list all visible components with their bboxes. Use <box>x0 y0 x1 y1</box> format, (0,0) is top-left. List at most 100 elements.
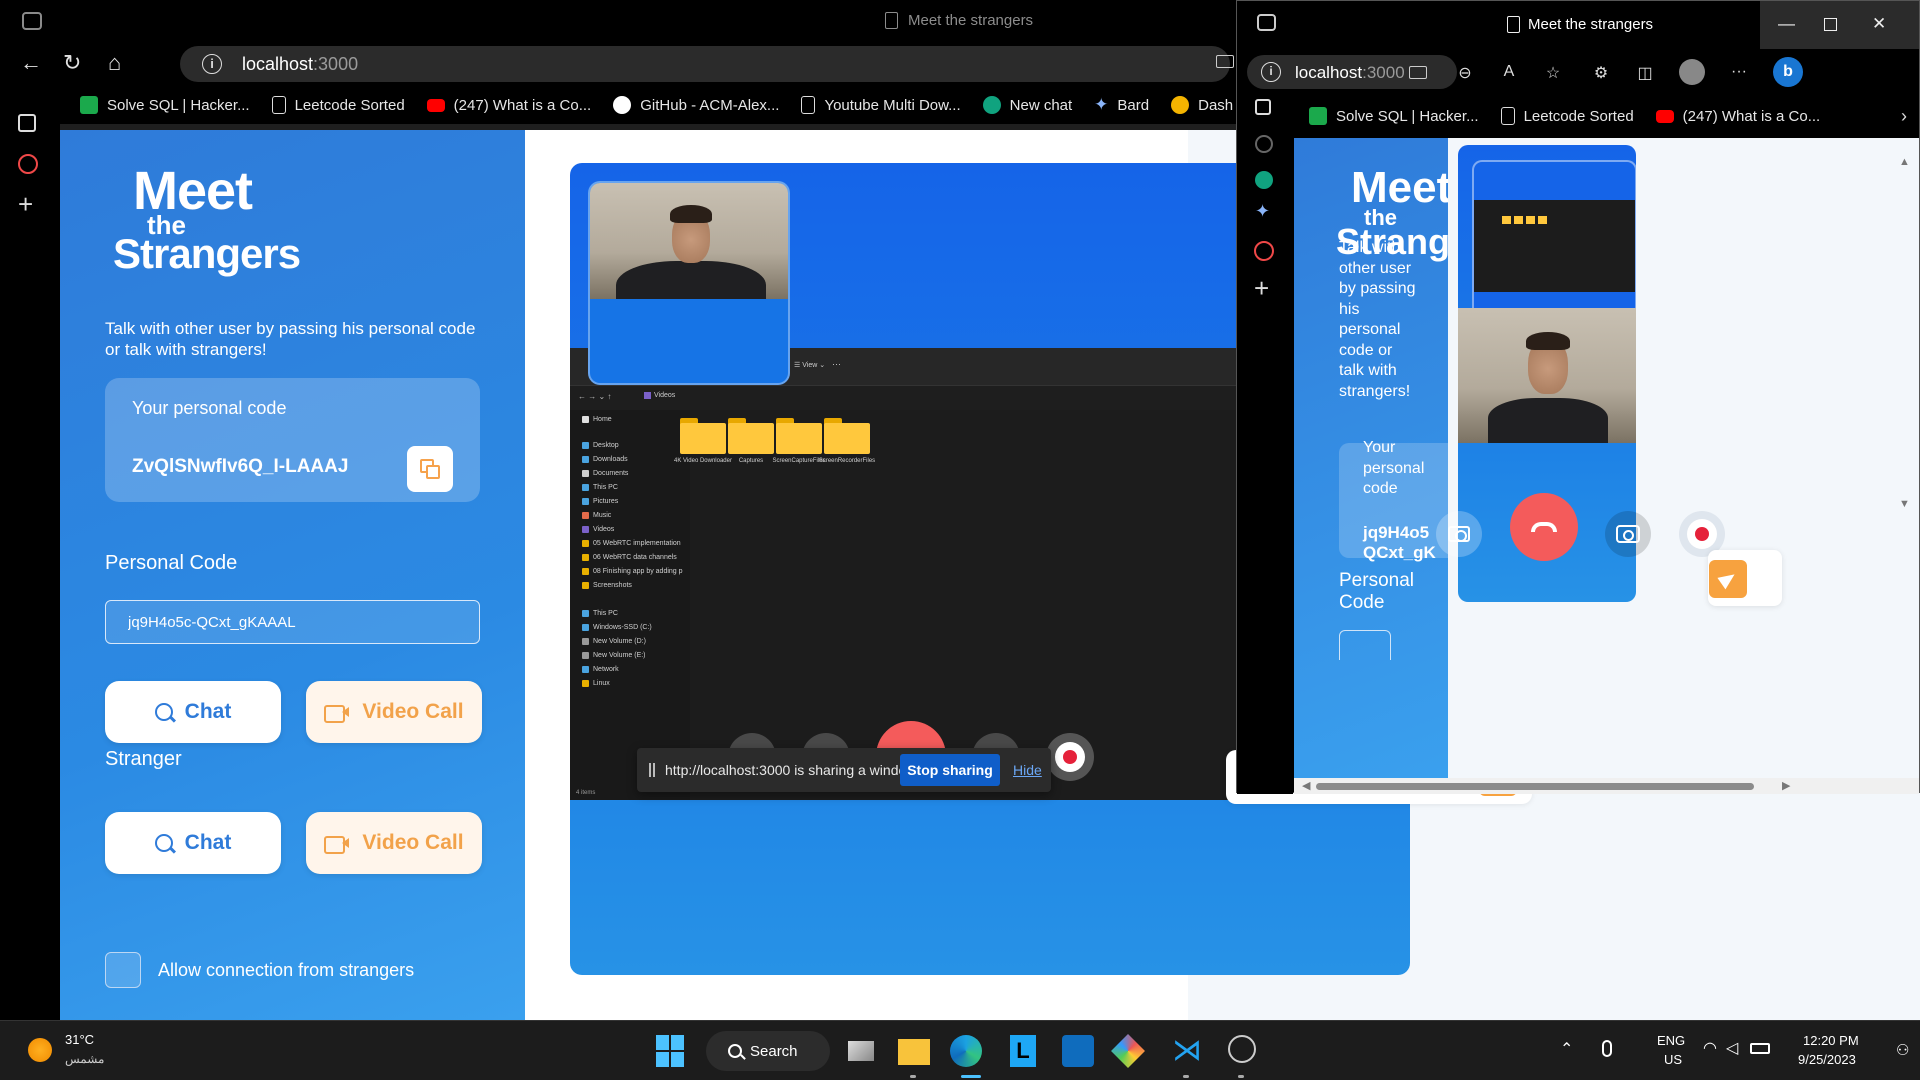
stranger-chat-button[interactable]: Chat <box>105 812 281 874</box>
address-bar[interactable]: i localhost:3000 <box>180 46 1234 82</box>
workspaces-icon[interactable] <box>22 12 42 30</box>
site-info-icon[interactable]: i <box>1261 62 1281 82</box>
extensions-icon[interactable]: ⚙ <box>1591 63 1611 83</box>
language-indicator-line1[interactable]: ENG <box>1657 1033 1685 1048</box>
record-icon[interactable] <box>1254 241 1274 261</box>
bookmark-item[interactable]: Leetcode Sorted <box>271 96 405 114</box>
chevron-right-icon[interactable]: › <box>1901 106 1907 127</box>
popup-vertical-scrollbar[interactable]: ▲ ▼ <box>1894 138 1919 794</box>
record-icon[interactable] <box>18 154 38 174</box>
site-info-icon[interactable]: i <box>202 54 222 74</box>
clock-time[interactable]: 12:20 PM <box>1803 1033 1859 1048</box>
language-indicator-line2[interactable]: US <box>1664 1052 1682 1067</box>
bookmark-item[interactable]: New chat <box>982 96 1073 114</box>
weather-description[interactable]: مشمس <box>65 1052 104 1066</box>
bard-sparkle-icon[interactable]: ✦ <box>1255 201 1270 222</box>
bookmark-item[interactable]: (247) What is a Co... <box>1655 108 1820 125</box>
scroll-up-icon[interactable]: ▲ <box>1899 156 1910 168</box>
clock-date[interactable]: 9/25/2023 <box>1798 1052 1856 1067</box>
explorer-nav-item-label: This PC <box>593 610 618 617</box>
workspaces-icon[interactable] <box>1257 14 1276 31</box>
popup-screen-share-button[interactable] <box>1605 511 1651 557</box>
wifi-icon[interactable]: ◠ <box>1703 1038 1717 1058</box>
bookmark-item[interactable]: GitHub - ACM-Alex... <box>613 96 779 114</box>
close-icon[interactable]: ✕ <box>1872 14 1886 34</box>
add-icon[interactable]: + <box>18 191 40 217</box>
bookmark-item[interactable]: (247) What is a Co... <box>426 97 591 114</box>
edge-browser-icon[interactable] <box>950 1035 982 1067</box>
popup-horizontal-scrollbar[interactable]: ◀ ▶ <box>1294 778 1919 794</box>
popup-camera-toggle-button[interactable] <box>1436 511 1482 557</box>
scroll-right-icon[interactable]: ▶ <box>1782 779 1790 792</box>
dev-tool-icon[interactable] <box>1111 1034 1145 1068</box>
main-tab-title[interactable]: Meet the strangers <box>885 12 1033 29</box>
video-icon[interactable] <box>1216 55 1234 68</box>
taskbar-search[interactable]: Search <box>706 1031 830 1071</box>
github-icon[interactable] <box>1255 135 1273 153</box>
minimize-icon[interactable]: — <box>1778 14 1795 34</box>
bing-copilot-icon[interactable]: b <box>1773 57 1803 87</box>
popup-tab-title[interactable]: Meet the strangers <box>1507 16 1653 33</box>
notification-bell-icon[interactable]: ⚇ <box>1896 1041 1909 1059</box>
personal-chat-button[interactable]: Chat <box>105 681 281 743</box>
intro-text: Talk with other user by passing his pers… <box>105 319 476 359</box>
popup-send-button[interactable] <box>1709 560 1747 598</box>
microphone-tray-icon[interactable] <box>1602 1040 1612 1057</box>
refresh-icon[interactable]: ↻ <box>63 50 81 76</box>
more-options-icon[interactable]: ··· <box>1729 63 1749 83</box>
chat-label: Chat <box>184 700 232 723</box>
add-icon[interactable]: + <box>1254 273 1269 304</box>
back-arrow-icon[interactable]: ← <box>20 50 42 76</box>
favorite-star-icon[interactable]: ☆ <box>1543 63 1563 83</box>
explorer-nav-item: Documents <box>582 470 628 477</box>
app-l-icon[interactable]: L <box>1010 1035 1036 1067</box>
battery-icon[interactable] <box>1750 1043 1770 1054</box>
sun-weather-icon[interactable] <box>28 1038 52 1062</box>
copy-code-button[interactable] <box>407 446 453 492</box>
home-icon[interactable]: ⌂ <box>108 50 121 76</box>
volume-icon[interactable]: ◁ <box>1726 1038 1738 1058</box>
personal-code-input[interactable] <box>105 600 480 644</box>
scroll-down-icon[interactable]: ▼ <box>1899 498 1910 510</box>
stop-sharing-button[interactable]: Stop sharing <box>900 754 1000 786</box>
obs-studio-icon[interactable] <box>1228 1035 1256 1063</box>
explorer-view-icon: ☰ View ⌄ <box>794 362 826 369</box>
scroll-left-icon[interactable]: ◀ <box>1302 779 1310 792</box>
bookmark-item[interactable]: Solve SQL | Hacker... <box>1309 107 1479 125</box>
bookmark-item[interactable]: Youtube Multi Dow... <box>801 96 961 114</box>
profile-avatar[interactable] <box>1679 59 1705 85</box>
drag-handle-icon[interactable] <box>649 763 655 777</box>
address-text[interactable]: localhost:3000 <box>242 54 358 75</box>
bookmark-item[interactable]: Leetcode Sorted <box>1500 107 1634 125</box>
weather-temperature[interactable]: 31°C <box>65 1032 94 1047</box>
hide-notification-link[interactable]: Hide <box>1013 762 1042 778</box>
popup-local-preview <box>1472 160 1636 328</box>
file-explorer-icon[interactable] <box>898 1039 930 1065</box>
split-screen-icon[interactable]: ◫ <box>1635 63 1655 83</box>
popup-end-call-button[interactable] <box>1510 493 1578 561</box>
bookmark-item[interactable]: ✦ Bard <box>1094 95 1149 115</box>
vscode-icon[interactable]: ⋊ <box>1172 1035 1204 1067</box>
outlook-icon[interactable] <box>1062 1035 1094 1067</box>
tab-actions-icon[interactable] <box>18 114 36 132</box>
popup-code-input[interactable] <box>1339 630 1391 660</box>
explorer-nav-item: Videos <box>582 526 614 533</box>
show-hidden-icons-chevron-icon[interactable]: ⌃ <box>1560 1039 1573 1059</box>
allow-strangers-checkbox[interactable] <box>105 952 141 988</box>
zoom-out-icon[interactable]: ⊖ <box>1455 63 1475 83</box>
video-icon[interactable] <box>1409 66 1427 79</box>
read-aloud-icon[interactable]: A <box>1499 63 1519 83</box>
bookmark-item[interactable]: Dash <box>1171 96 1233 114</box>
tab-actions-icon[interactable] <box>1255 99 1271 115</box>
popup-address-text[interactable]: localhost:3000 <box>1295 63 1405 83</box>
start-windows-icon[interactable] <box>656 1035 688 1067</box>
maximize-icon[interactable] <box>1824 18 1837 31</box>
bookmark-label: New chat <box>1009 96 1073 114</box>
personal-video-call-button[interactable]: Video Call <box>306 681 482 743</box>
chatgpt-icon[interactable] <box>1255 171 1273 189</box>
horizontal-scroll-thumb[interactable] <box>1316 783 1754 790</box>
record-button[interactable] <box>1046 733 1094 781</box>
bookmark-item[interactable]: Solve SQL | Hacker... <box>80 96 250 114</box>
stranger-video-call-button[interactable]: Video Call <box>306 812 482 874</box>
task-view-icon[interactable] <box>848 1041 874 1061</box>
